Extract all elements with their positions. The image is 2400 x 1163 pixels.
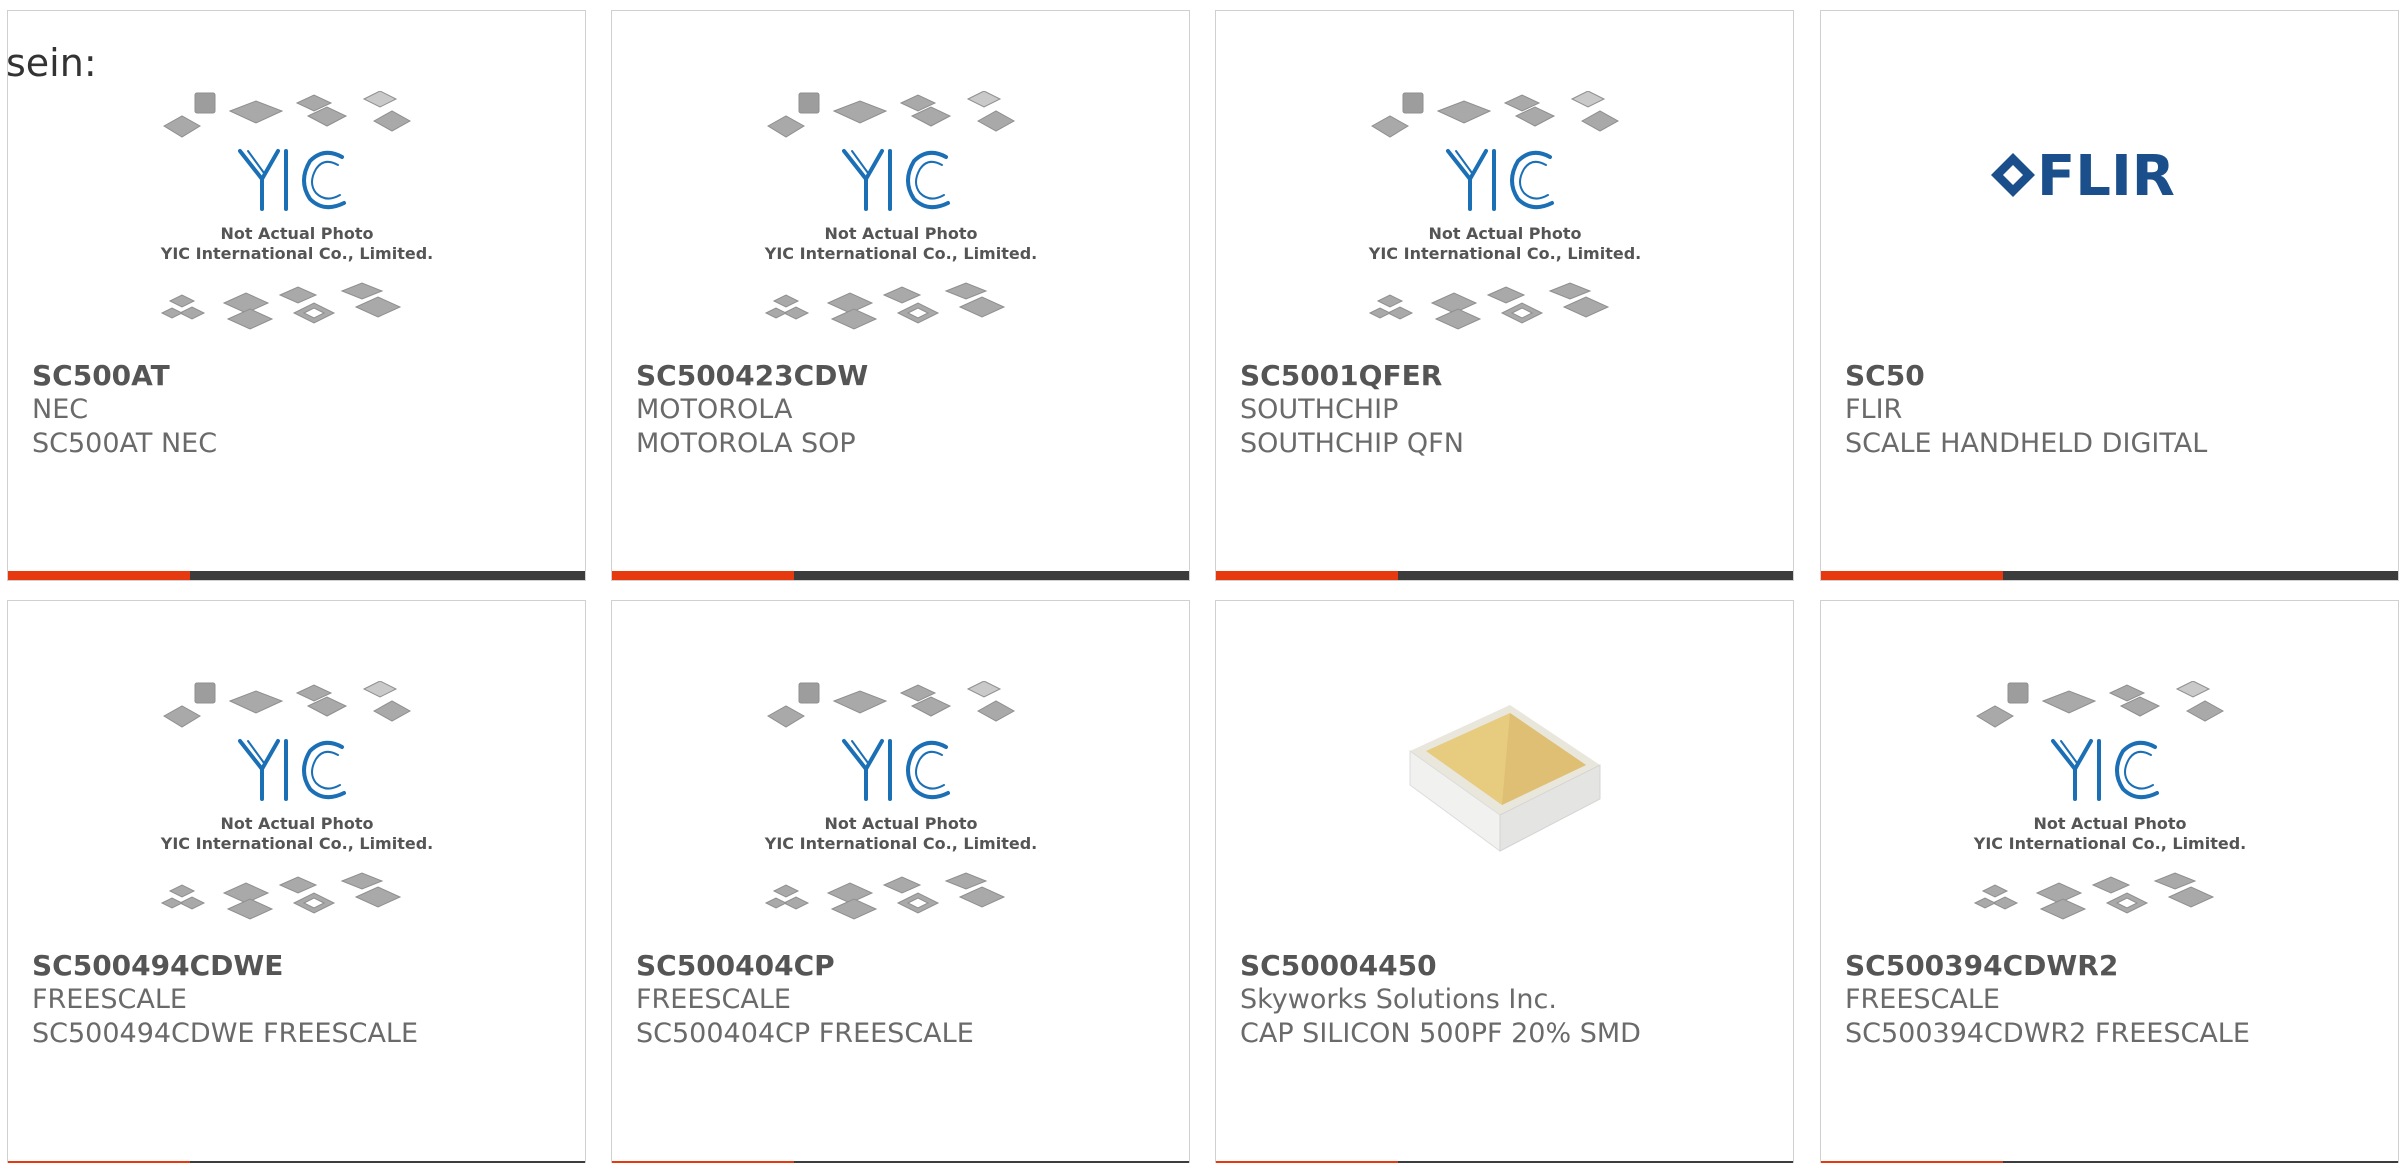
product-description: SCALE HANDHELD DIGITAL	[1845, 428, 2208, 459]
product-manufacturer: FREESCALE	[32, 984, 187, 1015]
product-card[interactable]: Not Actual Photo YIC International Co., …	[7, 10, 586, 581]
product-image[interactable]: Not Actual Photo YIC International Co., …	[8, 681, 585, 941]
card-footer-bar	[1821, 571, 2398, 580]
product-card[interactable]: Not Actual Photo YIC International Co., …	[611, 600, 1190, 1163]
card-footer-accent	[612, 571, 794, 580]
placeholder-caption-line2: YIC International Co., Limited.	[1972, 834, 2245, 853]
product-part-number[interactable]: SC500494CDWE	[32, 949, 575, 983]
product-info: SC500423CDW MOTOROLA MOTOROLA SOP	[636, 359, 1179, 461]
flir-logo-image: FLIR	[1990, 144, 2175, 209]
placeholder-caption-line2: YIC International Co., Limited.	[159, 834, 432, 853]
product-description: SOUTHCHIP QFN	[1240, 428, 1464, 459]
product-image[interactable]: Not Actual Photo YIC International Co., …	[1821, 681, 2398, 941]
product-manufacturer: FREESCALE	[1845, 984, 2000, 1015]
product-manufacturer: MOTOROLA	[636, 394, 793, 425]
product-image[interactable]: FLIR	[1821, 91, 2398, 351]
card-footer-accent	[1821, 571, 2003, 580]
product-description: MOTOROLA SOP	[636, 428, 856, 459]
lead-text: sein:	[6, 41, 97, 85]
product-part-number[interactable]: SC50	[1845, 359, 2388, 393]
product-part-number[interactable]: SC500AT	[32, 359, 575, 393]
placeholder-caption-line1: Not Actual Photo	[220, 814, 373, 833]
placeholder-caption-line1: Not Actual Photo	[2033, 814, 2186, 833]
product-image[interactable]: Not Actual Photo YIC International Co., …	[612, 681, 1189, 941]
card-footer-bar	[1216, 571, 1793, 580]
product-part-number[interactable]: SC5001QFER	[1240, 359, 1783, 393]
product-manufacturer: Skyworks Solutions Inc.	[1240, 984, 1557, 1015]
product-info: SC50 FLIR SCALE HANDHELD DIGITAL	[1845, 359, 2388, 461]
product-description: CAP SILICON 500PF 20% SMD	[1240, 1018, 1641, 1049]
product-image[interactable]: Not Actual Photo YIC International Co., …	[1216, 91, 1793, 351]
product-part-number[interactable]: SC500404CP	[636, 949, 1179, 983]
product-info: SC5001QFER SOUTHCHIP SOUTHCHIP QFN	[1240, 359, 1783, 461]
product-image[interactable]: Not Actual Photo YIC International Co., …	[8, 91, 585, 351]
product-description: SC500494CDWE FREESCALE	[32, 1018, 419, 1049]
product-info: SC500404CP FREESCALE SC500404CP FREESCALE	[636, 949, 1179, 1051]
product-info: SC500394CDWR2 FREESCALE SC500394CDWR2 FREE…	[1845, 949, 2388, 1051]
product-placeholder-image: Not Actual Photo YIC International Co., …	[1367, 91, 1641, 330]
product-part-number[interactable]: SC500394CDWR2	[1845, 949, 2388, 983]
product-placeholder-image: Not Actual Photo YIC International Co., …	[763, 91, 1037, 330]
product-card[interactable]: Not Actual Photo YIC International Co., …	[7, 600, 586, 1163]
product-description: SC500394CDWR2 FREESCALE	[1845, 1018, 2250, 1049]
product-grid-page: sein: Not Actual Photo YIC International…	[0, 0, 2400, 1163]
flir-logo-text: FLIR	[2037, 144, 2175, 209]
product-info: SC50004450 Skyworks Solutions Inc. CAP SIL…	[1240, 949, 1783, 1051]
placeholder-caption-line1: Not Actual Photo	[1428, 224, 1581, 243]
product-part-number[interactable]: SC500423CDW	[636, 359, 1179, 393]
placeholder-caption-line2: YIC International Co., Limited.	[763, 244, 1036, 263]
product-manufacturer: SOUTHCHIP	[1240, 394, 1399, 425]
product-manufacturer: NEC	[32, 394, 89, 425]
product-placeholder-image: Not Actual Photo YIC International Co., …	[1972, 681, 2246, 920]
product-card[interactable]: Not Actual Photo YIC International Co., …	[1215, 10, 1794, 581]
placeholder-caption-line1: Not Actual Photo	[220, 224, 373, 243]
product-card[interactable]: Not Actual Photo YIC International Co., …	[1820, 600, 2399, 1163]
product-description: SC500404CP FREESCALE	[636, 1018, 974, 1049]
product-card[interactable]: Not Actual Photo YIC International Co., …	[611, 10, 1190, 581]
product-description: SC500AT NEC	[32, 428, 218, 459]
capacitor-photo	[1359, 681, 1650, 931]
product-image[interactable]: Not Actual Photo YIC International Co., …	[612, 91, 1189, 351]
product-card[interactable]: FLIR SC50 FLIR SCALE HANDHELD DIGITAL	[1820, 10, 2399, 581]
product-image[interactable]	[1216, 681, 1793, 941]
product-info: SC500494CDWE FREESCALE SC500494CDWE FREESC…	[32, 949, 575, 1051]
product-placeholder-image: Not Actual Photo YIC International Co., …	[159, 681, 433, 920]
product-placeholder-image: Not Actual Photo YIC International Co., …	[763, 681, 1037, 920]
card-footer-accent	[8, 571, 190, 580]
product-card[interactable]: SC50004450 Skyworks Solutions Inc. CAP SIL…	[1215, 600, 1794, 1163]
placeholder-caption-line1: Not Actual Photo	[824, 224, 977, 243]
product-manufacturer: FREESCALE	[636, 984, 791, 1015]
product-manufacturer: FLIR	[1845, 394, 1903, 425]
placeholder-caption-line2: YIC International Co., Limited.	[159, 244, 432, 263]
product-placeholder-image: Not Actual Photo YIC International Co., …	[159, 91, 433, 330]
card-footer-accent	[1216, 571, 1398, 580]
placeholder-caption-line2: YIC International Co., Limited.	[763, 834, 1036, 853]
product-info: SC500AT NEC SC500AT NEC	[32, 359, 575, 461]
product-part-number[interactable]: SC50004450	[1240, 949, 1783, 983]
card-footer-bar	[612, 571, 1189, 580]
placeholder-caption-line1: Not Actual Photo	[824, 814, 977, 833]
card-footer-bar	[8, 571, 585, 580]
placeholder-caption-line2: YIC International Co., Limited.	[1367, 244, 1640, 263]
